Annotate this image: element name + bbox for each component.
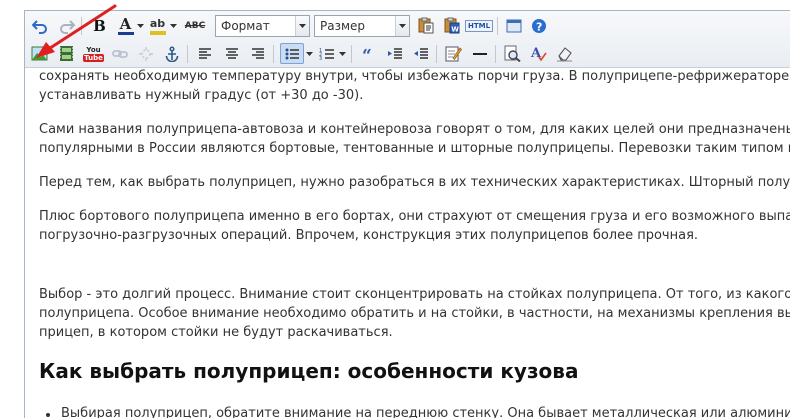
font-color-swatch [117,31,134,35]
content-line: сохранять необходимую температуру внутри… [39,69,790,84]
bold-icon: B [93,16,106,35]
paste-word-icon: W [444,17,460,34]
link-icon [111,49,128,58]
paste-word-button[interactable]: W [441,15,462,36]
font-color-dropdown[interactable] [136,15,145,36]
content-line: полуприцепа. Особое внимание необходимо … [39,306,790,321]
section-heading: Как выбрать полуприцеп: особенности кузо… [39,359,579,383]
toolbar-separator [495,45,496,63]
spellcheck-button[interactable]: A [528,43,549,64]
toolbar-separator [351,45,352,63]
rich-text-editor: B A ab ABC Формат Размер W HTML ? You Tu… [24,10,790,418]
list-item: Выбирая полуприцеп, обратите внимание на… [61,406,790,418]
html-source-button[interactable]: HTML [464,15,494,36]
bulleted-list-button[interactable] [280,43,304,64]
highlight-color-icon: ab [149,16,166,30]
strikethrough-format-icon: ABC [184,20,206,31]
highlight-color-button[interactable]: ab [147,15,168,36]
svg-text:W: W [451,26,459,34]
align-right-icon [251,47,264,59]
paste-text-button[interactable] [415,15,436,36]
format-select[interactable]: Формат [215,15,310,37]
numbered-list-dropdown[interactable] [338,43,347,64]
toolbar-separator [81,17,82,35]
edit-icon [445,46,462,62]
bulleted-list-dropdown[interactable] [305,43,314,64]
format-select-value: Формат [221,19,270,33]
numbered-list-button[interactable]: 123 [316,43,337,64]
fullscreen-icon [506,19,521,32]
size-select[interactable]: Размер [314,15,410,37]
remove-format-button[interactable]: ABC [181,15,209,36]
highlight-color-dropdown[interactable] [169,15,178,36]
indent-button[interactable] [384,43,405,64]
paste-text-icon [418,17,434,34]
align-right-button[interactable] [247,43,268,64]
toolbar-separator [273,45,274,63]
outdent-icon [413,47,428,59]
align-left-icon [198,47,211,59]
edit-button[interactable] [443,43,464,64]
content-line: Плюс бортового полуприцепа именно в его … [39,209,790,224]
anchor-icon [165,45,178,62]
toolbar-separator [497,17,498,35]
editor-toolbar: B A ab ABC Формат Размер W HTML ? You Tu… [25,11,790,68]
horizontal-rule-button[interactable] [469,43,490,64]
svg-text:?: ? [536,20,542,33]
insert-video-button[interactable] [56,43,77,64]
numbered-list-icon: 123 [319,48,334,62]
redo-icon[interactable] [56,15,77,36]
fullscreen-button[interactable] [503,15,524,36]
svg-text:“: “ [362,46,372,62]
toolbar-row-1: B A ab ABC Формат Размер W HTML ? [25,13,790,39]
blockquote-icon: “ [362,46,372,62]
content-line: погрузочно-разгрузочных операций. Впроче… [39,228,699,243]
align-left-button[interactable] [194,43,215,64]
eraser-button[interactable] [554,43,575,64]
eraser-icon [557,47,572,62]
insert-video-icon [60,46,73,61]
content-line: популярными в России являются бортовые, … [39,141,790,156]
content-line: устанавливать нужный градус (от +30 до -… [39,88,364,103]
content-line: Выбор - это долгий процесс. Внимание сто… [39,287,790,302]
html-icon: HTML [464,19,494,32]
unlink-icon [138,46,153,61]
help-icon: ? [531,18,546,33]
link-button[interactable] [109,43,130,64]
anchor-button[interactable] [161,43,182,64]
toolbar-separator [436,45,437,63]
toolbar-row-2: You Tube 1 2 3 “ A [25,41,790,67]
bold-button[interactable]: B [89,15,110,36]
spellcheck-icon: A [530,46,547,62]
highlight-swatch [149,30,166,35]
align-center-icon [225,47,238,59]
toolbar-separator [187,45,188,63]
chevron-down-icon [295,16,309,36]
size-select-value: Размер [320,19,366,33]
help-button[interactable]: ? [528,15,549,36]
list-bullet [46,413,50,417]
outdent-button[interactable] [410,43,431,64]
bulleted-list-icon [285,48,299,59]
svg-text:3: 3 [319,56,322,62]
horizontal-rule-icon [472,52,487,55]
undo-icon[interactable] [29,15,50,36]
preview-icon [504,45,521,62]
youtube-icon: You Tube [83,45,104,62]
content-line: Сами названия полуприцепа-автовоза и кон… [39,122,790,137]
indent-icon [387,47,402,59]
font-color-icon: A [119,14,132,33]
insert-image-button[interactable] [29,43,50,64]
blockquote-button[interactable]: “ [358,43,379,64]
content-line: Перед тем, как выбрать полуприцеп, нужно… [39,175,790,190]
unlink-button[interactable] [135,43,156,64]
insert-image-icon [31,46,48,61]
font-color-button[interactable]: A [115,15,136,36]
preview-button[interactable] [502,43,523,64]
youtube-button[interactable]: You Tube [83,43,104,64]
chevron-down-icon [395,16,409,36]
align-center-button[interactable] [221,43,242,64]
content-line: прицеп, в котором стойки не будут раскач… [39,325,393,340]
